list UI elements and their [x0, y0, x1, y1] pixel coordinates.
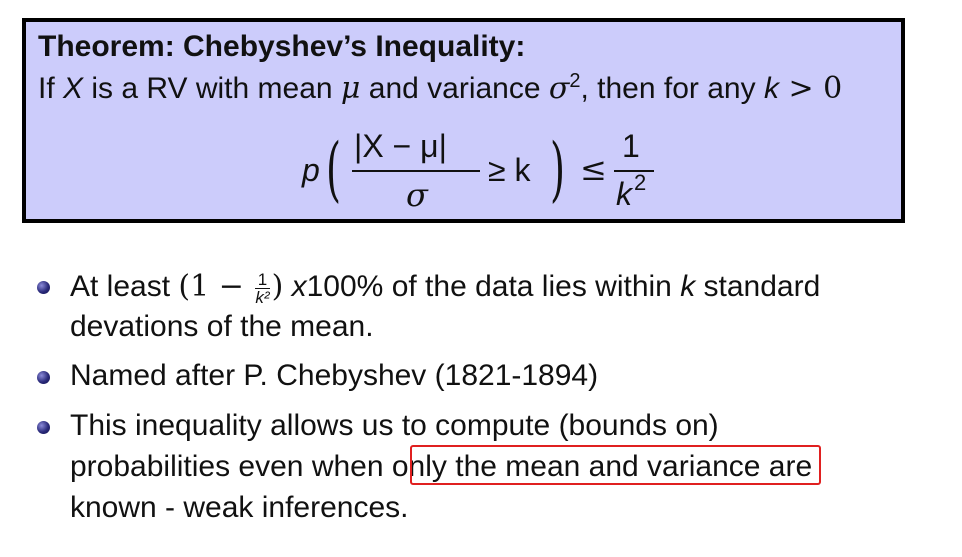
statement-text: , then for any	[580, 72, 764, 105]
formula-left-paren: (	[326, 128, 342, 210]
inline-fraction-den: k²	[255, 287, 270, 307]
inline-fraction-num: 1	[255, 271, 270, 289]
formula-numerator: |X − μ|	[354, 128, 447, 164]
formula-denominator: σ	[406, 176, 428, 214]
statement-text: If	[38, 72, 64, 105]
bullet-text: At least	[70, 270, 179, 303]
bullet-text: standard	[695, 270, 821, 303]
bullet-math-paren: (1 −	[178, 269, 254, 304]
bullet-icon	[37, 421, 50, 434]
bullet-icon	[37, 281, 50, 294]
bullet-text: 100% of the data lies within	[306, 270, 681, 303]
theorem-title: Theorem: Chebyshev’s Inequality:	[38, 30, 526, 63]
bullet-1-line-1: At least (1 − 1 k²) x100% of the data lie…	[70, 269, 820, 306]
formula-rhs-denominator: k	[616, 176, 632, 212]
formula-rhs-numerator: 1	[622, 128, 640, 164]
statement-var-x: X	[63, 72, 84, 105]
highlight-box	[410, 445, 821, 485]
bullet-k: k	[680, 270, 696, 303]
bullet-2-line-1: Named after P. Chebyshev (1821-1894)	[70, 359, 599, 392]
theorem-statement: If X is a RV with mean μ and variance σ2…	[38, 70, 842, 106]
statement-mu: μ	[340, 71, 361, 106]
statement-var-k: k	[763, 72, 779, 105]
formula-p: p	[302, 152, 320, 188]
formula-rhs-exponent: 2	[634, 170, 647, 195]
statement-text: and variance	[360, 72, 549, 105]
formula-right-paren: )	[550, 128, 566, 210]
statement-text: is a RV with mean	[83, 72, 341, 105]
bullet-3-line-1: This inequality allows us to compute (bo…	[70, 409, 719, 442]
bullet-text: probabilities even when	[70, 450, 392, 483]
bullet-1-line-2: devations of the mean.	[70, 310, 374, 343]
formula-fraction-bar	[352, 170, 480, 172]
statement-sigma: σ	[548, 71, 570, 106]
bullet-icon	[37, 371, 50, 384]
bullet-math-paren: )	[271, 269, 284, 304]
inline-fraction: 1 k²	[255, 271, 270, 307]
theorem-box: Theorem: Chebyshev’s Inequality: If X is…	[22, 18, 905, 223]
bullet-3-line-3: known - weak inferences.	[70, 491, 409, 524]
formula-leq: ≤	[580, 150, 607, 188]
statement-square: 2	[569, 70, 581, 92]
statement-gt-zero: > 0	[778, 71, 843, 106]
formula-geq-k: ≥ k	[488, 152, 531, 188]
bullet-x: x	[283, 270, 307, 303]
